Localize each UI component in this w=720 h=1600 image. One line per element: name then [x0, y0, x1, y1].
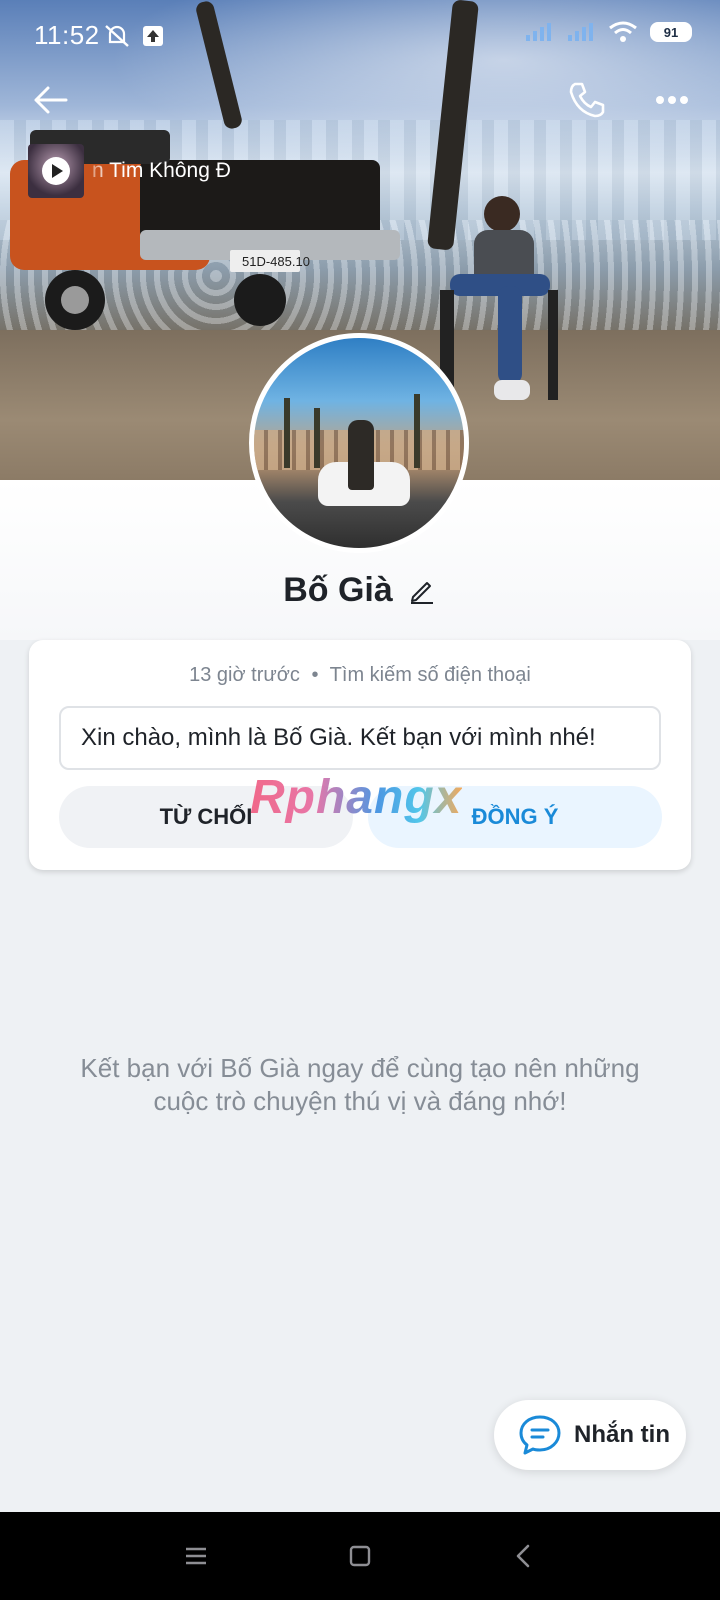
profile-name-row: Bố Già	[0, 560, 720, 620]
home-square-icon[interactable]	[342, 1538, 378, 1574]
system-nav-bar	[0, 1512, 720, 1600]
request-time: 13 giờ trước	[189, 664, 300, 686]
friend-request-card: 13 giờ trước • Tìm kiếm số điện thoại Xi…	[29, 640, 691, 870]
accept-button-label: ĐỒNG Ý	[471, 804, 559, 829]
battery-icon: 91	[650, 22, 692, 42]
status-icons-left	[102, 22, 164, 50]
battery-level: 91	[663, 24, 679, 40]
music-chip[interactable]: n Tim Không Đ	[28, 144, 258, 198]
signal-icon	[526, 23, 551, 41]
avatar[interactable]	[249, 333, 469, 553]
pencil-icon[interactable]	[407, 575, 437, 605]
decline-button-label: TỪ CHỐI	[159, 804, 253, 829]
request-source: Tìm kiếm số điện thoại	[329, 664, 531, 686]
chat-bubble-icon	[519, 1415, 561, 1455]
invite-text-line: Kết bạn với Bố Già ngay để cùng tạo nên …	[80, 1053, 640, 1083]
play-icon	[42, 157, 70, 185]
watermark-logo: Rphangx	[250, 771, 463, 824]
top-actions	[0, 72, 720, 128]
request-message: Xin chào, mình là Bố Già. Kết bạn với mì…	[81, 724, 596, 751]
status-bar: 11:52 91	[0, 0, 720, 70]
status-time: 11:52	[34, 20, 100, 50]
avatar-palm	[414, 394, 420, 468]
signal-icon	[568, 23, 593, 41]
phone-icon[interactable]	[565, 78, 609, 122]
avatar-palm	[284, 398, 290, 468]
cover-person	[440, 196, 558, 410]
request-meta: 13 giờ trước • Tìm kiếm số điện thoại	[29, 664, 691, 687]
wifi-icon	[609, 21, 637, 42]
menu-icon[interactable]	[178, 1538, 214, 1574]
music-title: n Tim Không Đ	[92, 159, 231, 182]
request-message-box: Xin chào, mình là Bố Già. Kết bạn với mì…	[59, 706, 661, 770]
profile-name: Bố Già	[283, 570, 393, 609]
status-icons-right: 91	[524, 20, 692, 44]
avatar-palm	[314, 408, 320, 468]
back-arrow-icon[interactable]	[30, 80, 70, 120]
more-dots-icon[interactable]	[650, 78, 694, 122]
avatar-person	[348, 420, 374, 490]
meta-separator: •	[311, 664, 319, 686]
invite-text-line: cuộc trò chuyện thú vị và đáng nhớ!	[153, 1086, 567, 1116]
message-button-label: Nhắn tin	[574, 1421, 670, 1448]
upload-icon	[143, 26, 163, 46]
svg-text:51D-485.10: 51D-485.10	[242, 254, 310, 269]
back-chevron-icon[interactable]	[506, 1538, 542, 1574]
mute-notifications-icon	[105, 25, 129, 47]
message-button[interactable]: Nhắn tin	[494, 1400, 686, 1470]
invite-text: Kết bạn với Bố Già ngay để cùng tạo nên …	[60, 1052, 660, 1118]
music-thumbnail	[28, 144, 84, 198]
